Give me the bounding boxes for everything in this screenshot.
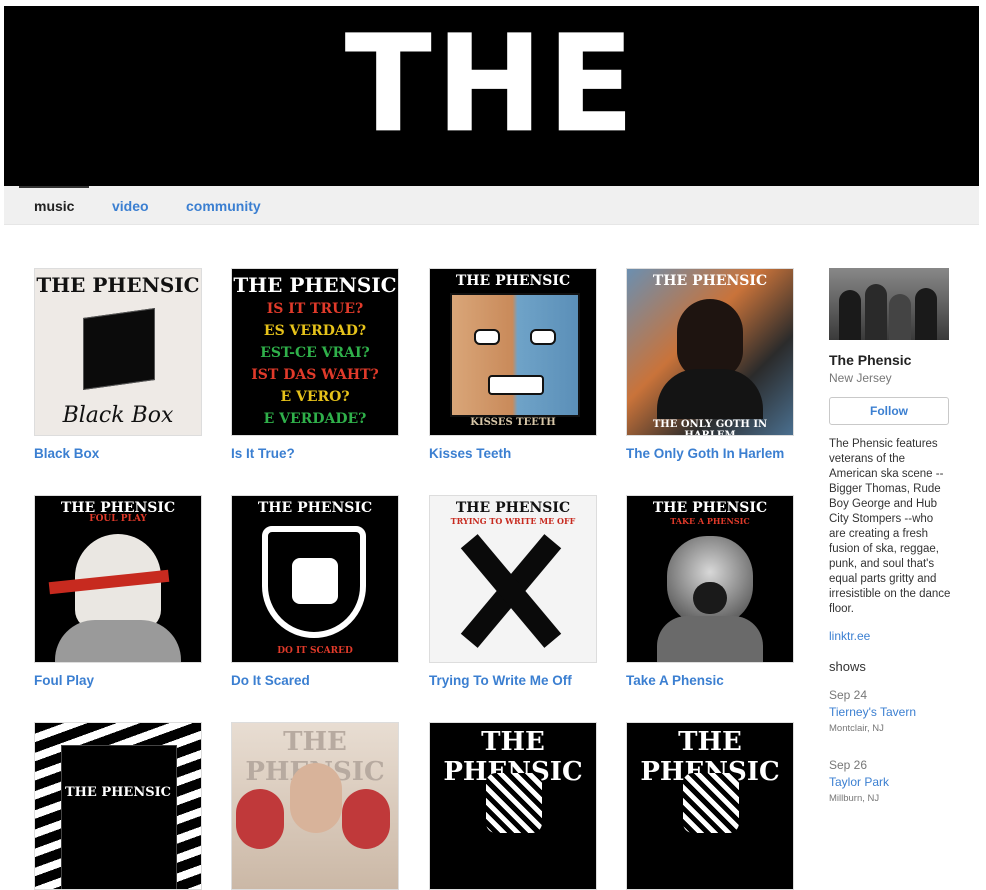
tab-video[interactable]: video bbox=[112, 198, 149, 214]
album-title[interactable]: Trying To Write Me Off bbox=[429, 673, 597, 688]
nav-bar: music video community bbox=[4, 186, 979, 225]
show-venue-link[interactable]: Tierney's Tavern bbox=[829, 705, 951, 719]
artist-location: New Jersey bbox=[829, 371, 892, 385]
cover-title: THE PHENSIC bbox=[652, 500, 768, 516]
album-trying-to-write-me-off[interactable]: THE PHENSIC TRYING TO WRITE ME OFF Tryin… bbox=[429, 495, 597, 688]
album-cover[interactable]: THE PHENSIC bbox=[231, 722, 399, 890]
cover-title: THE PHENSIC bbox=[233, 273, 397, 297]
show-item: Sep 24 Tierney's Tavern Montclair, NJ bbox=[829, 688, 951, 734]
artist-sidebar: The Phensic New Jersey Follow The Phensi… bbox=[829, 268, 951, 804]
cover-line: ES VERDAD? bbox=[263, 323, 367, 339]
album-cover[interactable]: THE PHENSIC TAKE A PHENSIC bbox=[626, 495, 794, 663]
album-title[interactable]: Take A Phensic bbox=[626, 673, 794, 688]
album-do-it-scared[interactable]: THE PHENSIC DO IT SCARED Do It Scared bbox=[231, 495, 399, 688]
band-photo bbox=[829, 268, 949, 340]
cover-subtitle: Black Box bbox=[62, 403, 174, 428]
box-art bbox=[83, 307, 155, 391]
album-black-box[interactable]: THE PHENSIC Black Box Black Box bbox=[34, 268, 202, 461]
banner-logo: THE PHENSIC bbox=[163, 6, 816, 187]
cover-title: THE PHENSIC bbox=[64, 785, 172, 800]
portrait-art bbox=[677, 299, 743, 379]
album-take-a-phensic[interactable]: THE PHENSIC TAKE A PHENSIC Take A Phensi… bbox=[626, 495, 794, 688]
shows-heading: shows bbox=[829, 659, 866, 674]
zebra-art bbox=[486, 773, 542, 833]
show-date: Sep 24 bbox=[829, 688, 868, 702]
cover-subtitle: TRYING TO WRITE ME OFF bbox=[450, 516, 576, 526]
album-title[interactable]: Is It True? bbox=[231, 446, 399, 461]
album-grid: THE PHENSIC Black Box Black Box THE PHEN… bbox=[34, 268, 794, 890]
cover-line: E VERDADE? bbox=[263, 411, 367, 427]
cover-line: E VERO? bbox=[280, 389, 350, 405]
album-cover[interactable]: THE PHENSIC FOUL PLAY bbox=[34, 495, 202, 663]
album-cover[interactable]: THE PHENSIC bbox=[429, 722, 597, 890]
cover-subtitle: KISSES TEETH bbox=[470, 417, 556, 428]
album-cover[interactable]: THE PHENSIC THE ONLY GOTH IN HARLEM bbox=[626, 268, 794, 436]
show-item: Sep 26 Taylor Park Millburn, NJ bbox=[829, 758, 951, 804]
album-only-goth-in-harlem[interactable]: THE PHENSIC THE ONLY GOTH IN HARLEM The … bbox=[626, 268, 794, 461]
album-cover[interactable]: THE PHENSIC bbox=[34, 722, 202, 890]
cover-title: THE PHENSIC bbox=[36, 273, 200, 297]
album-cover[interactable]: THE PHENSIC Black Box bbox=[34, 268, 202, 436]
cover-title: THE PHENSIC bbox=[652, 273, 768, 289]
follow-button[interactable]: Follow bbox=[829, 397, 949, 425]
cover-line: IS IT TRUE? bbox=[266, 301, 364, 317]
album-title[interactable]: The Only Goth In Harlem bbox=[626, 446, 794, 461]
cover-title: THE PHENSIC bbox=[455, 500, 571, 516]
album-row3-2[interactable]: THE PHENSIC bbox=[231, 722, 399, 890]
album-row3-1[interactable]: THE PHENSIC bbox=[34, 722, 202, 890]
cover-subtitle: FOUL PLAY bbox=[89, 514, 147, 524]
album-row3-3[interactable]: THE PHENSIC bbox=[429, 722, 597, 890]
album-row3-4[interactable]: THE PHENSIC bbox=[626, 722, 794, 890]
cover-subtitle: TAKE A PHENSIC bbox=[670, 516, 750, 526]
cover-line: IST DAS WAHT? bbox=[251, 367, 379, 383]
header-banner: THE PHENSIC bbox=[4, 6, 979, 186]
cover-title: THE PHENSIC bbox=[455, 273, 571, 289]
show-date: Sep 26 bbox=[829, 758, 868, 772]
artist-name: The Phensic bbox=[829, 352, 912, 368]
fist-icon bbox=[292, 558, 338, 604]
cover-subtitle: DO IT SCARED bbox=[277, 646, 353, 656]
show-city: Montclair, NJ bbox=[829, 723, 884, 734]
album-cover[interactable]: THE PHENSIC KISSES TEETH bbox=[429, 268, 597, 436]
album-is-it-true[interactable]: THE PHENSIC IS IT TRUE? ES VERDAD? EST-C… bbox=[231, 268, 399, 461]
tab-music[interactable]: music bbox=[34, 198, 74, 214]
album-kisses-teeth[interactable]: THE PHENSIC KISSES TEETH Kisses Teeth bbox=[429, 268, 597, 461]
album-foul-play[interactable]: THE PHENSIC FOUL PLAY Foul Play bbox=[34, 495, 202, 688]
album-cover[interactable]: THE PHENSIC TRYING TO WRITE ME OFF bbox=[429, 495, 597, 663]
active-tab-indicator bbox=[19, 186, 89, 188]
cover-title: THE PHENSIC bbox=[257, 500, 373, 516]
cover-subtitle: THE ONLY GOTH IN HARLEM bbox=[652, 419, 768, 436]
album-title[interactable]: Foul Play bbox=[34, 673, 202, 688]
album-cover[interactable]: THE PHENSIC IS IT TRUE? ES VERDAD? EST-C… bbox=[231, 268, 399, 436]
face-art bbox=[450, 293, 580, 417]
album-title[interactable]: Black Box bbox=[34, 446, 202, 461]
tab-community[interactable]: community bbox=[186, 198, 261, 214]
show-venue-link[interactable]: Taylor Park bbox=[829, 775, 951, 789]
artist-bio: The Phensic features veterans of the Ame… bbox=[829, 438, 951, 615]
album-title[interactable]: Kisses Teeth bbox=[429, 446, 597, 461]
cover-line: EST-CE VRAI? bbox=[260, 345, 370, 361]
album-title[interactable]: Do It Scared bbox=[231, 673, 399, 688]
album-cover[interactable]: THE PHENSIC bbox=[626, 722, 794, 890]
zebra-art bbox=[683, 773, 739, 833]
show-city: Millburn, NJ bbox=[829, 793, 880, 804]
album-cover[interactable]: THE PHENSIC DO IT SCARED bbox=[231, 495, 399, 663]
artist-link[interactable]: linktr.ee bbox=[829, 629, 951, 643]
